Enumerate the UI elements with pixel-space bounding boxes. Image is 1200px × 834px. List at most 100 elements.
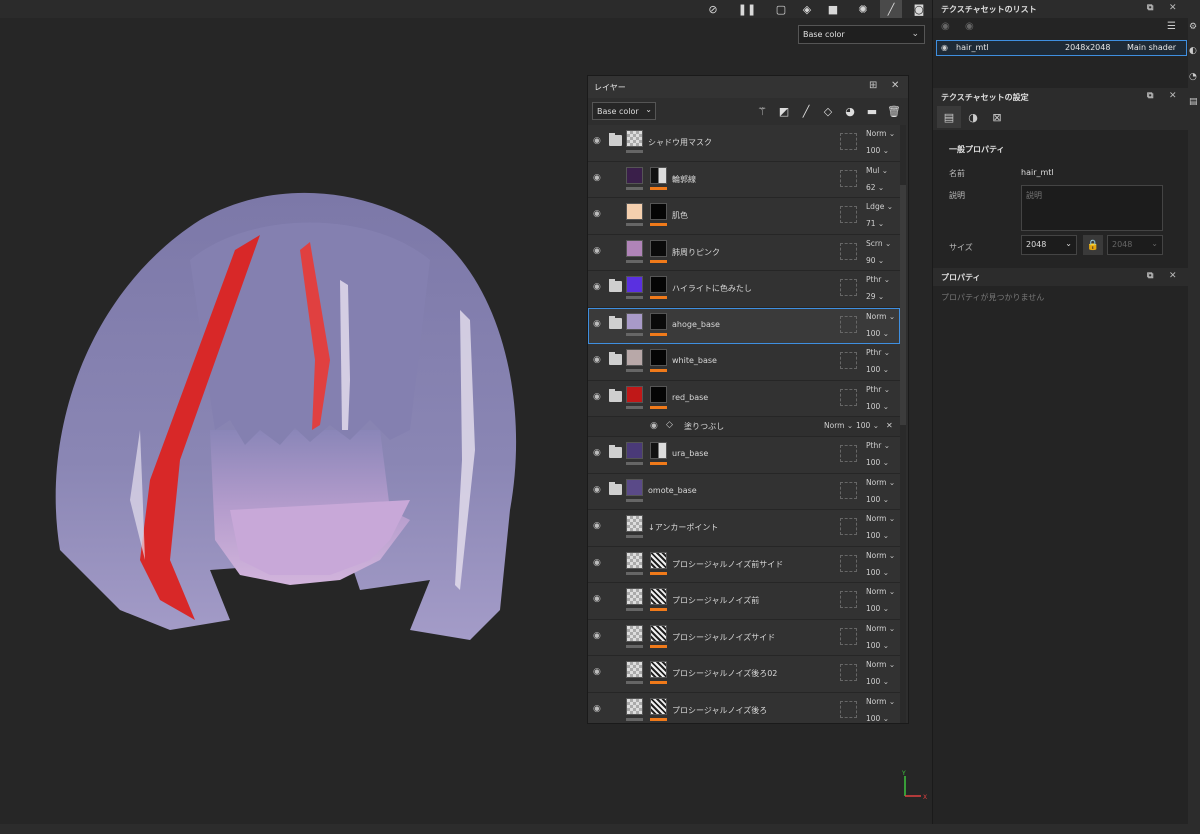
layer-thumbnail[interactable] xyxy=(626,239,643,257)
layer-thumbnail[interactable] xyxy=(626,442,643,459)
eye-icon[interactable]: ◉ xyxy=(593,355,605,365)
layer-blend[interactable]: Pthr ⌄ xyxy=(866,385,890,394)
layer-blend[interactable]: Norm ⌄ xyxy=(866,551,895,560)
layer-thumbnail[interactable] xyxy=(626,349,643,366)
layer-row[interactable]: ◉ 肺周りピンク Scrn ⌄ 90 ⌄ xyxy=(588,234,900,271)
layer-opacity[interactable]: 29 ⌄ xyxy=(866,292,884,301)
layer-blend[interactable]: Ldge ⌄ xyxy=(866,202,893,211)
eye-icon[interactable]: ◉ xyxy=(593,173,605,183)
layer-blend[interactable]: Norm ⌄ xyxy=(866,129,895,138)
layer-row[interactable]: ◉ red_base Pthr ⌄ 100 ⌄ xyxy=(588,380,900,417)
layer-opacity[interactable]: 100 ⌄ xyxy=(866,677,889,686)
layer-opacity[interactable]: 100 ⌄ xyxy=(866,641,889,650)
eye-icon[interactable]: ◉ xyxy=(965,21,974,32)
layer-opacity[interactable]: 100 ⌄ xyxy=(866,365,889,374)
layer-opacity[interactable]: 100 ⌄ xyxy=(866,568,889,577)
close-icon[interactable]: ✕ xyxy=(1169,91,1177,101)
paint-icon[interactable]: ✺ xyxy=(852,0,874,18)
close-icon[interactable]: ✕ xyxy=(1169,3,1177,13)
eye-icon[interactable]: ◉ xyxy=(593,209,605,219)
layer-opacity[interactable]: 100 ⌄ xyxy=(866,458,889,467)
layer-row[interactable]: ◉ ◇ 塗りつぶし Norm ⌄ 100 ⌄ ✕ xyxy=(588,417,900,437)
cube-icon[interactable]: ◈ xyxy=(796,0,818,18)
layer-thumbnail[interactable] xyxy=(626,203,643,220)
eye-icon[interactable]: ◉ xyxy=(593,136,605,146)
layer-blend[interactable]: Scrn ⌄ xyxy=(866,239,891,248)
layer-thumbnail[interactable] xyxy=(626,588,643,605)
layer-row[interactable]: ◉ ハイライトに色みたし Pthr ⌄ 29 ⌄ xyxy=(588,271,900,308)
lock-icon[interactable]: 🔒 xyxy=(1083,235,1103,255)
texture-set-row[interactable]: ◉ hair_mtl 2048x2048 Main shader xyxy=(936,40,1187,56)
panel-dock-icon[interactable]: ⧉ xyxy=(1147,3,1153,13)
layer-blend[interactable]: Norm ⌄ xyxy=(824,421,853,430)
mask-thumbnail[interactable] xyxy=(650,203,667,220)
settings-tab-material-icon[interactable]: ◑ xyxy=(961,106,985,128)
trash-icon[interactable]: 🗑 xyxy=(886,102,902,120)
eye-icon[interactable]: ◉ xyxy=(941,43,948,52)
layer-thumbnail[interactable] xyxy=(626,130,643,147)
layer-blend[interactable]: Pthr ⌄ xyxy=(866,275,890,284)
layer-opacity[interactable]: 90 ⌄ xyxy=(866,256,884,265)
eye-icon[interactable]: ◉ xyxy=(593,631,605,641)
screenshot-icon[interactable]: ◙ xyxy=(908,0,930,18)
panel-dock-icon[interactable]: ⊞ xyxy=(869,80,877,91)
eye-icon[interactable]: ◉ xyxy=(593,521,605,531)
hair-model[interactable] xyxy=(30,180,530,650)
layer-blend[interactable]: Norm ⌄ xyxy=(866,312,895,321)
mask-thumbnail[interactable] xyxy=(650,551,667,569)
layer-opacity[interactable]: 100 ⌄ xyxy=(866,146,889,155)
layer-thumbnail[interactable] xyxy=(626,697,643,715)
layer-thumbnail[interactable] xyxy=(626,624,643,642)
layer-row[interactable]: ◉ シャドウ用マスク Norm ⌄ 100 ⌄ xyxy=(588,125,900,162)
eye-icon[interactable]: ◉ xyxy=(593,282,605,292)
mask-thumbnail[interactable] xyxy=(650,166,667,184)
fill-icon[interactable]: ◇ xyxy=(820,102,836,120)
layer-opacity[interactable]: 100 ⌄ xyxy=(866,604,889,613)
layer-blend[interactable]: Pthr ⌄ xyxy=(866,348,890,357)
size-select[interactable]: 2048 ⌄ xyxy=(1021,235,1077,255)
eye-icon[interactable]: ◉ xyxy=(593,594,605,604)
layer-row[interactable]: ◉ ↓アンカーポイント Norm ⌄ 100 ⌄ xyxy=(588,510,900,547)
video-icon[interactable]: ■ xyxy=(822,0,844,18)
layers-scrollbar[interactable] xyxy=(900,125,906,723)
layer-row[interactable]: ◉ プロシージャルノイズ前サイド Norm ⌄ 100 ⌄ xyxy=(588,546,900,583)
layer-blend[interactable]: Norm ⌄ xyxy=(866,697,895,706)
layer-blend[interactable]: Mul ⌄ xyxy=(866,166,888,175)
mask-thumbnail[interactable] xyxy=(650,385,667,403)
layer-row[interactable]: ◉ 肌色 Ldge ⌄ 71 ⌄ xyxy=(588,198,900,235)
layer-blend[interactable]: Norm ⌄ xyxy=(866,478,895,487)
list-menu-icon[interactable]: ☰ xyxy=(1167,21,1176,32)
mask-thumbnail[interactable] xyxy=(650,442,667,459)
layer-row[interactable]: ◉ ahoge_base Norm ⌄ 100 ⌄ xyxy=(588,307,900,344)
layer-row[interactable]: ◉ ura_base Pthr ⌄ 100 ⌄ xyxy=(588,437,900,474)
eye-icon[interactable]: ◉ xyxy=(650,421,662,431)
layer-blend[interactable]: Norm ⌄ xyxy=(866,587,895,596)
eye-icon[interactable]: ◉ xyxy=(593,392,605,402)
layer-opacity[interactable]: 100 ⌄ xyxy=(856,421,879,430)
layer-thumbnail[interactable] xyxy=(626,551,643,569)
log-icon[interactable]: ▤ xyxy=(1189,97,1198,107)
brush-icon[interactable]: ╱ xyxy=(880,0,902,18)
eye-icon[interactable]: ◉ xyxy=(593,448,605,458)
layer-thumbnail[interactable] xyxy=(626,478,643,496)
eye-icon[interactable]: ◉ xyxy=(593,485,605,495)
layers-channel-select[interactable]: Base color ⌄ xyxy=(592,102,656,120)
mask-thumbnail[interactable] xyxy=(650,661,667,678)
mask-thumbnail[interactable] xyxy=(650,588,667,605)
eye-icon[interactable]: ◉ xyxy=(941,21,950,32)
close-icon[interactable]: ✕ xyxy=(891,80,899,91)
history-icon[interactable]: ◔ xyxy=(1189,72,1197,82)
layer-blend[interactable]: Pthr ⌄ xyxy=(866,441,890,450)
layer-opacity[interactable]: 71 ⌄ xyxy=(866,219,884,228)
layer-opacity[interactable]: 100 ⌄ xyxy=(866,402,889,411)
layer-thumbnail[interactable] xyxy=(626,661,643,678)
description-field[interactable]: 説明 xyxy=(1021,185,1163,231)
mask-thumbnail[interactable] xyxy=(650,349,667,366)
layer-blend[interactable]: Norm ⌄ xyxy=(866,660,895,669)
layer-opacity[interactable]: 100 ⌄ xyxy=(866,495,889,504)
brush-icon[interactable]: ╱ xyxy=(798,102,814,120)
eye-icon[interactable]: ◉ xyxy=(593,558,605,568)
mask-icon[interactable]: ◩ xyxy=(776,102,792,120)
settings-tab-general-icon[interactable]: ▤ xyxy=(937,106,961,128)
panel-dock-icon[interactable]: ⧉ xyxy=(1147,271,1153,281)
